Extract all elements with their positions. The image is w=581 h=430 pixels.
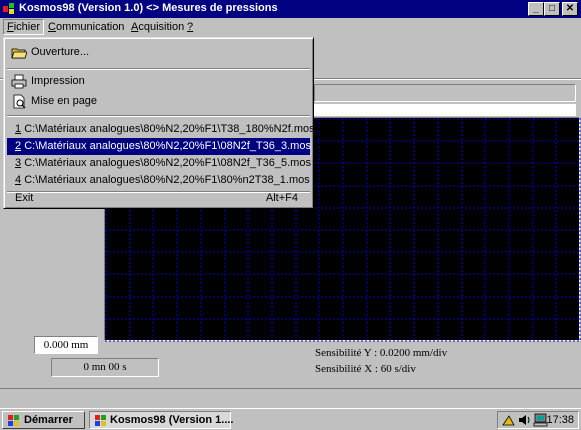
start-button[interactable]: Démarrer (2, 411, 85, 429)
recent-file-label: 3 C:\Matériaux analogues\80%N2,20%F1\08N… (15, 155, 311, 172)
menu-acquisition[interactable]: Acquisition (131, 21, 184, 33)
recent-file-label: 4 C:\Matériaux analogues\80%N2,20%F1\80%… (15, 172, 310, 189)
menu-item-impression[interactable]: Impression (7, 73, 310, 90)
start-label: Démarrer (24, 414, 73, 426)
page-setup-icon (13, 94, 26, 109)
menu-separator (7, 68, 310, 70)
maximize-button[interactable]: □ (544, 2, 560, 16)
time-display: 0 mn 00 s (51, 358, 159, 377)
window-title: Kosmos98 (Version 1.0) <> Mesures de pre… (19, 2, 278, 14)
menu-bar: Fichier Communication Acquisition ? (0, 18, 581, 37)
menu-item-label: Exit (15, 192, 34, 204)
sensitivity-y-label: Sensibilité Y : 0.0200 mm/div (315, 347, 448, 359)
file-menu-dropdown: Ouverture... Impression Mise en page 1 C… (3, 37, 315, 209)
recent-file-label: 1 C:\Matériaux analogues\80%N2,20%F1\T38… (15, 121, 315, 138)
clock[interactable]: 17:38 (546, 414, 574, 426)
taskbar-item-label: Kosmos98 (Version 1.... (110, 414, 234, 426)
recent-file-path: C:\Matériaux analogues\80%N2,20%F1\T38_1… (24, 123, 315, 135)
menu-item-recent-file[interactable]: 2 C:\Matériaux analogues\80%N2,20%F1\08N… (7, 138, 311, 155)
recent-file-number: 3 (15, 157, 22, 169)
menu-item-shortcut: Alt+F4 (265, 192, 298, 204)
menu-item-recent-file[interactable]: 1 C:\Matériaux analogues\80%N2,20%F1\T38… (7, 121, 315, 138)
menu-item-exit[interactable]: Exit Alt+F4 (7, 190, 310, 207)
menu-help[interactable]: ? (187, 21, 193, 33)
close-button[interactable]: ✕ (562, 2, 578, 16)
info-strip (314, 104, 576, 116)
app-icon[interactable] (3, 3, 15, 15)
open-folder-icon (11, 48, 27, 59)
recent-file-path: C:\Matériaux analogues\80%N2,20%F1\08N2f… (24, 157, 311, 169)
recent-file-number: 4 (15, 174, 22, 186)
speaker-icon[interactable] (517, 413, 532, 427)
recent-file-number: 2 (15, 140, 22, 152)
menu-item-label: Ouverture... (31, 46, 90, 58)
menu-item-label: Mise en page (31, 95, 98, 107)
menu-item-recent-file[interactable]: 3 C:\Matériaux analogues\80%N2,20%F1\08N… (7, 155, 311, 172)
menu-item-recent-file[interactable]: 4 C:\Matériaux analogues\80%N2,20%F1\80%… (7, 172, 310, 189)
menu-fichier[interactable]: Fichier (3, 19, 45, 35)
recent-file-label: 2 C:\Matériaux analogues\80%N2,20%F1\08N… (15, 138, 311, 155)
title-bar: Kosmos98 (Version 1.0) <> Mesures de pre… (0, 0, 581, 18)
value-y-display: 0.000 mm (34, 336, 98, 354)
system-tray: 17:38 (497, 411, 579, 429)
recent-file-path: C:\Matériaux analogues\80%N2,20%F1\80%n2… (24, 174, 310, 186)
windows-flag-icon (8, 415, 19, 426)
sensitivity-x-label: Sensibilité X : 60 s/div (315, 363, 416, 375)
recent-file-number: 1 (15, 123, 22, 135)
network-icon[interactable] (501, 413, 516, 427)
app-icon (95, 415, 106, 426)
printer-icon (11, 74, 27, 89)
menu-separator (7, 115, 310, 117)
status-divider (0, 388, 581, 389)
taskbar-item-kosmos[interactable]: Kosmos98 (Version 1.... (89, 411, 234, 429)
recent-file-path: C:\Matériaux analogues\80%N2,20%F1\08N2f… (24, 140, 311, 152)
info-panel (314, 84, 576, 102)
minimize-button[interactable]: _ (528, 2, 544, 16)
taskbar: Démarrer Kosmos98 (Version 1.... 17:38 (0, 408, 581, 430)
menu-item-mise-en-page[interactable]: Mise en page (7, 93, 310, 110)
menu-item-ouverture[interactable]: Ouverture... (7, 44, 310, 61)
menu-communication[interactable]: Communication (48, 21, 124, 33)
menu-item-label: Impression (31, 75, 85, 87)
